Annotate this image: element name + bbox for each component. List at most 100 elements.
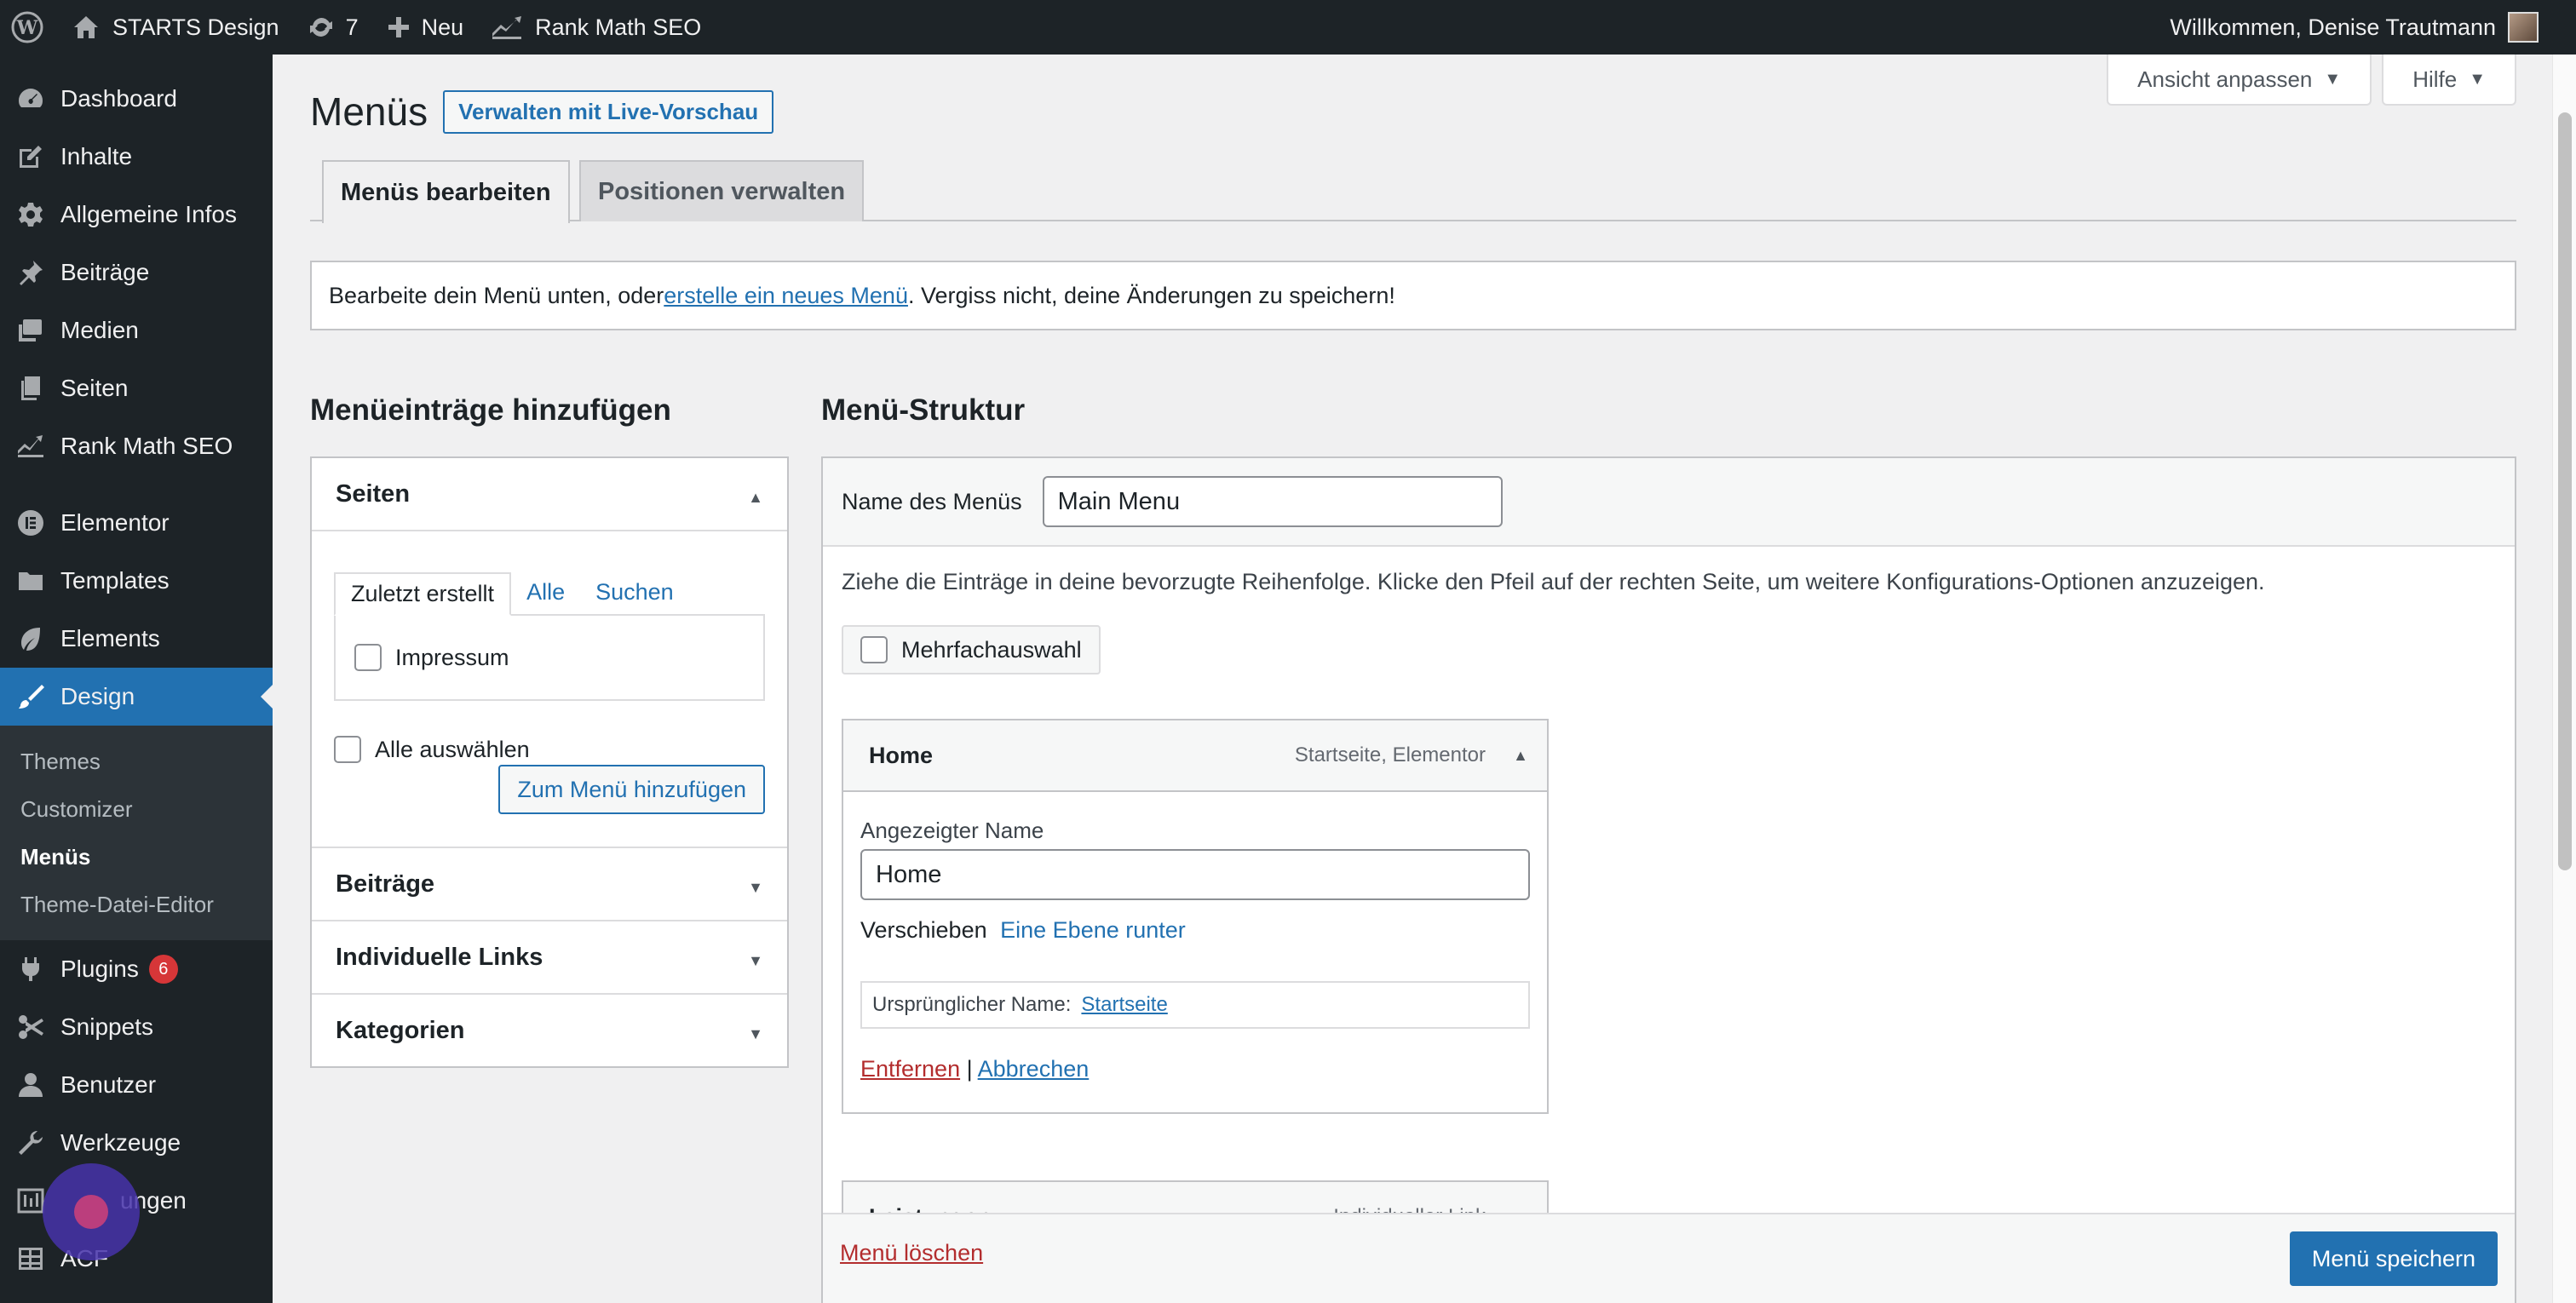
caret-up-icon: ▲ <box>748 489 763 506</box>
sidebar-item-label: Benutzer <box>60 1071 157 1098</box>
bulk-select-toggle[interactable]: Mehrfachauswahl <box>842 625 1101 674</box>
page-item-label: Impressum <box>395 644 509 670</box>
rankmath-icon <box>15 431 46 462</box>
submenu-item-themes[interactable]: Themes <box>0 738 273 785</box>
subtab-most-recent[interactable]: Zuletzt erstellt <box>334 572 512 616</box>
updates-link[interactable]: 7 <box>293 0 372 55</box>
subtab-all[interactable]: Alle <box>511 572 580 616</box>
cursor-dot-icon <box>74 1195 108 1229</box>
navigation-label-input[interactable]: Home <box>860 849 1530 900</box>
caret-down-icon: ▼ <box>2469 69 2486 89</box>
page-checkbox-impressum[interactable] <box>354 644 382 671</box>
media-icon <box>15 315 46 346</box>
tab-edit-menus[interactable]: Menüs bearbeiten <box>322 160 570 223</box>
submenu-item-theme-file-editor[interactable]: Theme-Datei-Editor <box>0 881 273 928</box>
sidebar-item-snippets[interactable]: Snippets <box>0 998 273 1056</box>
plus-icon <box>388 17 409 37</box>
move-down-link[interactable]: Eine Ebene runter <box>1000 917 1186 943</box>
menu-name-label: Name des Menüs <box>842 488 1022 514</box>
screen-options-label: Ansicht anpassen <box>2137 66 2313 92</box>
screen-options-button[interactable]: Ansicht anpassen ▼ <box>2107 55 2372 106</box>
original-name-link[interactable]: Startseite <box>1081 993 1167 1017</box>
my-account[interactable]: Willkommen, Denise Trautmann <box>2170 0 2539 55</box>
wordpress-icon: W <box>11 11 43 43</box>
accordion-title: Kategorien <box>336 1016 465 1044</box>
add-items-heading: Menüeinträge hinzufügen <box>310 393 671 427</box>
wrench-icon <box>15 1128 46 1158</box>
accordion-title: Individuelle Links <box>336 943 543 971</box>
pin-icon <box>15 257 46 288</box>
original-name-box: Ursprünglicher Name: Startseite <box>860 981 1530 1029</box>
submenu-item-menus[interactable]: Menüs <box>0 833 273 881</box>
menu-item-handle[interactable]: Home Startseite, Elementor ▲ <box>843 720 1547 790</box>
svg-text:W: W <box>16 17 38 39</box>
sidebar-item-label: Snippets <box>60 1013 153 1040</box>
sidebar-item-rank-math-seo[interactable]: Rank Math SEO <box>0 417 273 475</box>
bulk-select-checkbox[interactable] <box>860 636 888 663</box>
sidebar-item-acf[interactable]: ACF <box>0 1230 273 1288</box>
rankmath-adminbar-link[interactable]: Rank Math SEO <box>477 0 715 55</box>
sidebar-item-inhalte[interactable]: Inhalte <box>0 128 273 186</box>
select-all-checkbox[interactable] <box>334 736 361 763</box>
item-actions: Entfernen | Abbrechen <box>860 1056 1089 1082</box>
sidebar-item-elementor[interactable]: Elementor <box>0 494 273 552</box>
scrollbar-thumb[interactable] <box>2558 112 2572 870</box>
nav-tabs: Menüs bearbeiten Positionen verwalten <box>310 160 2516 223</box>
sidebar-item-label: Inhalte <box>60 143 133 169</box>
sidebar-item-werkzeuge[interactable]: Werkzeuge <box>0 1114 273 1172</box>
sidebar-item-design[interactable]: Design <box>0 668 273 726</box>
sidebar-item-allgemeine-infos[interactable]: Allgemeine Infos <box>0 186 273 244</box>
accordion-title: Beiträge <box>336 870 435 898</box>
new-content-link[interactable]: Neu <box>372 0 478 55</box>
submenu-item-customizer[interactable]: Customizer <box>0 785 273 833</box>
elementor-icon <box>15 508 46 538</box>
sidebar-item-dashboard[interactable]: Dashboard <box>0 70 273 128</box>
accordion-posts-header[interactable]: Beiträge ▼ <box>312 847 787 920</box>
caret-up-icon[interactable]: ▲ <box>1513 747 1528 765</box>
sidebar-item-label: Design <box>60 683 135 709</box>
sidebar-item-templates[interactable]: Templates <box>0 552 273 610</box>
cursor-indicator <box>43 1163 140 1260</box>
info-notice: Bearbeite dein Menü unten, oder erstelle… <box>310 261 2516 330</box>
menu-item-settings: Angezeigter Name Home Verschieben Eine E… <box>843 790 1547 1112</box>
move-row: Verschieben Eine Ebene runter <box>860 917 1530 944</box>
sidebar-item-elements[interactable]: Elements <box>0 610 273 668</box>
accordion-categories-header[interactable]: Kategorien ▼ <box>312 993 787 1066</box>
sidebar-item-label: Plugins <box>60 956 139 982</box>
help-button[interactable]: Hilfe ▼ <box>2382 55 2516 106</box>
menu-footer: Menü löschen Menü speichern <box>823 1213 2515 1303</box>
tab-manage-locations[interactable]: Positionen verwalten <box>579 160 865 221</box>
original-name-label: Ursprünglicher Name: <box>872 993 1072 1016</box>
delete-menu-link[interactable]: Menü löschen <box>840 1240 983 1266</box>
sidebar-item-medien[interactable]: Medien <box>0 301 273 359</box>
save-menu-button[interactable]: Menü speichern <box>2289 1231 2498 1286</box>
pages-icon <box>15 373 46 404</box>
add-to-menu-button[interactable]: Zum Menü hinzufügen <box>498 765 765 814</box>
add-items-accordion: Seiten ▲ Zuletzt erstellt Alle Suchen Im… <box>310 456 789 1068</box>
user-icon <box>15 1070 46 1100</box>
plugin-icon <box>15 954 46 984</box>
remove-item-link[interactable]: Entfernen <box>860 1056 960 1082</box>
accordion-pages-header[interactable]: Seiten ▲ <box>312 458 787 531</box>
cancel-item-link[interactable]: Abbrechen <box>978 1056 1090 1082</box>
sidebar-item-seiten[interactable]: Seiten <box>0 359 273 417</box>
navigation-label-label: Angezeigter Name <box>860 818 1044 843</box>
site-name: STARTS Design <box>112 14 279 40</box>
rankmath-icon <box>492 16 522 39</box>
sidebar-item-beitraege[interactable]: Beiträge <box>0 244 273 301</box>
accordion-custom-links-header[interactable]: Individuelle Links ▼ <box>312 920 787 993</box>
create-new-menu-link[interactable]: erstelle ein neues Menü <box>664 283 908 309</box>
action-separator: | <box>966 1056 973 1082</box>
site-name-link[interactable]: STARTS Design <box>58 0 293 55</box>
notice-text-after: . Vergiss nicht, deine Änderungen zu spe… <box>907 282 1395 308</box>
design-submenu: Themes Customizer Menüs Theme-Datei-Edit… <box>0 726 273 940</box>
sidebar-item-benutzer[interactable]: Benutzer <box>0 1056 273 1114</box>
wordpress-logo-button[interactable]: W <box>0 0 58 55</box>
live-preview-button[interactable]: Verwalten mit Live-Vorschau <box>443 89 774 134</box>
page-scrollbar[interactable] <box>2552 55 2576 1303</box>
menu-name-input[interactable]: Main Menu <box>1042 476 1503 527</box>
pages-checklist: Impressum <box>334 614 765 701</box>
brush-icon <box>15 681 46 712</box>
subtab-search[interactable]: Suchen <box>580 572 689 616</box>
sidebar-item-plugins[interactable]: Plugins 6 <box>0 940 273 998</box>
